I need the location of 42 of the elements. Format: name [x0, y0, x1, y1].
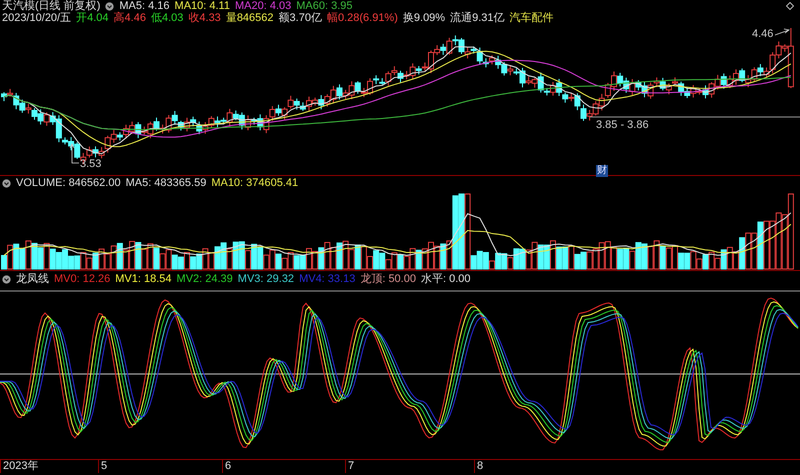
leader-line: [774, 28, 790, 36]
price-label: 3.85 - 3.86: [596, 119, 649, 131]
indicator-value: MA5: 483365.59: [126, 176, 206, 190]
indicator-value: 低4.03: [150, 12, 184, 24]
indicator-value: VOLUME: 846562.00: [16, 176, 121, 190]
indicator-value: MV2: 24.39: [176, 272, 233, 287]
collapse-icon[interactable]: [2, 178, 11, 188]
collapse-icon[interactable]: [105, 2, 114, 10]
indicator-value: 幅0.28(6.91%): [326, 12, 398, 24]
indicator-value: MA10: 374605.41: [211, 176, 298, 190]
indicator-value: MA10: 4.11: [174, 0, 230, 12]
indicator-value: MA5: 4.16: [119, 0, 170, 12]
indicator-value: 水平: 0.00: [420, 272, 470, 287]
axis-label: 8: [474, 460, 484, 473]
indicator-value: MV0: 12.26: [54, 272, 110, 287]
collapse-icon[interactable]: [2, 275, 11, 284]
indicator-value: 汽车配件: [510, 12, 554, 24]
indicator-value: MV4: 33.13: [299, 272, 356, 287]
indicator-value: 开4.04: [76, 12, 109, 24]
indicator-title: 龙凤线: [16, 272, 49, 287]
indicator-value: 换9.09%: [402, 12, 446, 24]
price-label: 3.53: [80, 158, 102, 170]
indicator-value: 量846562: [226, 12, 274, 24]
indicator-value: MV1: 18.54: [115, 272, 172, 287]
indicator-value: 2023/10/20/五: [2, 12, 72, 24]
indicator-value: 龙顶: 50.00: [360, 272, 416, 287]
axis-label: 2023年: [0, 460, 38, 473]
diamond-icon[interactable]: [786, 2, 794, 10]
indicator-value: 额3.70亿: [278, 12, 322, 24]
indicator-value: MA60: 3.95: [296, 0, 353, 12]
finance-badge[interactable]: 财: [596, 165, 608, 177]
indicator-value: MV3: 29.32: [238, 272, 294, 287]
axis-label: 5: [98, 460, 108, 473]
stock-title: 天汽模(日线 前复权): [2, 0, 100, 12]
indicator-value: 收4.33: [188, 12, 221, 24]
axis-label: 6: [222, 460, 232, 473]
price-label: 4.46: [752, 28, 774, 40]
indicator-value: 高4.46: [114, 12, 146, 24]
indicator-value: MA20: 4.03: [234, 0, 292, 12]
leader-line: [70, 143, 80, 164]
indicator-value: 流通9.31亿: [450, 12, 505, 24]
axis-label: 7: [345, 460, 354, 473]
